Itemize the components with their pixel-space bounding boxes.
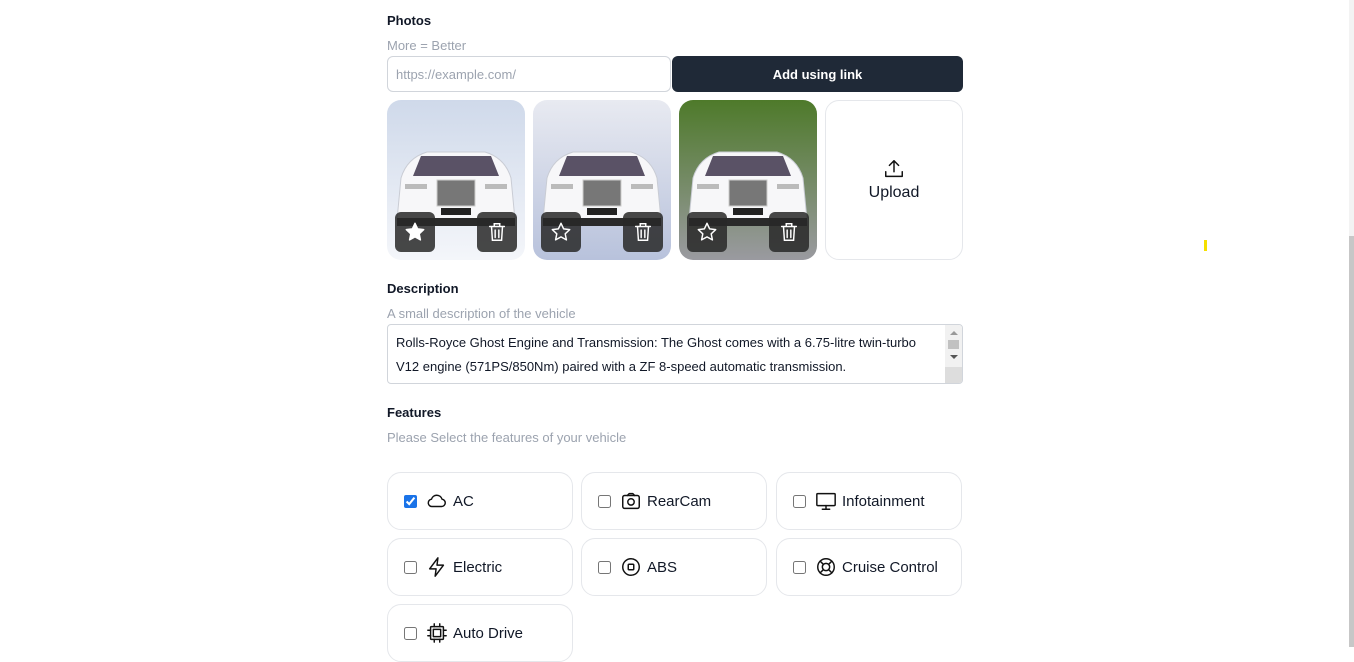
description-hint: A small description of the vehicle	[387, 306, 576, 321]
features-hint: Please Select the features of your vehic…	[387, 430, 627, 445]
description-textarea[interactable]: Rolls-Royce Ghost Engine and Transmissio…	[387, 324, 963, 384]
feature-option-infotainment[interactable]: Infotainment	[776, 472, 962, 530]
page-scrollbar[interactable]	[1349, 0, 1354, 647]
features-label: Features	[387, 405, 442, 420]
set-cover-photo-button[interactable]	[395, 212, 435, 252]
lifebuoy-icon	[817, 558, 835, 576]
feature-option-cruise-control[interactable]: Cruise Control	[776, 538, 962, 596]
resize-handle[interactable]	[945, 367, 962, 383]
feature-label: Infotainment	[842, 492, 925, 510]
photo-url-input[interactable]	[387, 56, 671, 92]
feature-checkbox[interactable]	[404, 560, 417, 574]
delete-photo-button[interactable]	[769, 212, 809, 252]
upload-button[interactable]: Upload	[825, 100, 963, 260]
vehicle-photo	[533, 100, 671, 260]
page-scrollbar-thumb[interactable]	[1349, 236, 1354, 647]
feature-label: Electric	[453, 558, 503, 576]
photos-label: Photos	[387, 13, 432, 28]
feature-checkbox[interactable]	[598, 494, 611, 508]
vehicle-photo	[679, 100, 817, 260]
star-icon	[697, 222, 717, 241]
upload-label: Upload	[868, 184, 920, 201]
feature-label: RearCam	[647, 492, 712, 510]
feature-option-rearcam[interactable]: RearCam	[581, 472, 767, 530]
trash-icon	[780, 223, 798, 241]
set-cover-photo-button[interactable]	[541, 212, 581, 252]
vehicle-photo	[387, 100, 525, 260]
feature-checkbox[interactable]	[598, 560, 611, 574]
feature-label: Cruise Control	[842, 558, 938, 576]
feature-option-electric[interactable]: Electric	[387, 538, 573, 596]
cloud-icon	[427, 494, 446, 508]
stop-circle-icon	[622, 558, 640, 576]
star-icon	[405, 222, 425, 241]
description-text: Rolls-Royce Ghost Engine and Transmissio…	[396, 335, 916, 374]
delete-photo-button[interactable]	[477, 212, 517, 252]
upload-icon	[885, 160, 903, 178]
trash-icon	[488, 223, 506, 241]
feature-option-auto-drive[interactable]: Auto Drive	[387, 604, 573, 662]
camera-icon	[622, 492, 640, 510]
feature-checkbox[interactable]	[404, 626, 417, 640]
trash-icon	[634, 223, 652, 241]
star-icon	[551, 222, 571, 241]
feature-checkbox[interactable]	[404, 494, 417, 508]
set-cover-photo-button[interactable]	[687, 212, 727, 252]
feature-checkbox[interactable]	[793, 560, 806, 574]
add-using-link-button[interactable]: Add using link	[672, 56, 963, 92]
bolt-icon	[428, 557, 445, 577]
feature-checkbox[interactable]	[793, 494, 806, 508]
decorative-marker	[1204, 240, 1207, 251]
feature-option-abs[interactable]: ABS	[581, 538, 767, 596]
delete-photo-button[interactable]	[623, 212, 663, 252]
feature-label: Auto Drive	[453, 624, 524, 642]
feature-option-ac[interactable]: AC	[387, 472, 573, 530]
textarea-scrollbar[interactable]	[945, 325, 962, 383]
description-label: Description	[387, 281, 459, 296]
feature-label: AC	[453, 492, 474, 510]
feature-label: ABS	[647, 558, 678, 576]
photos-hint: More = Better	[387, 38, 467, 53]
cpu-icon	[427, 623, 447, 643]
monitor-icon	[816, 492, 836, 510]
